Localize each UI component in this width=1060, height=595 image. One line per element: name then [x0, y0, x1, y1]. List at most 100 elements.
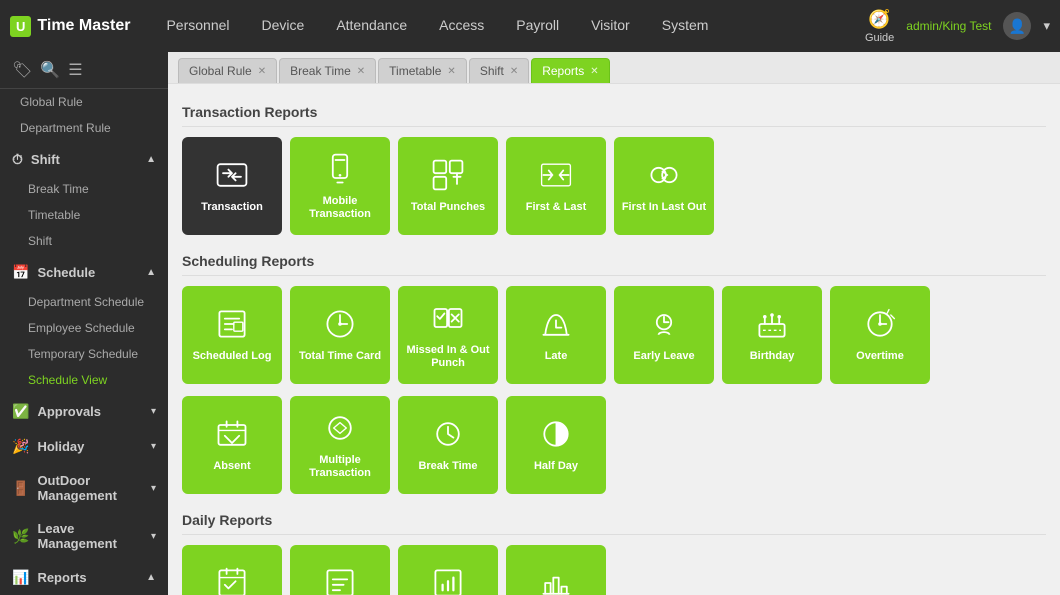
sidebar-section-reports[interactable]: 📊 Reports ▲: [0, 559, 168, 594]
card-break-time[interactable]: Break Time: [398, 396, 498, 494]
card-daily-attendance[interactable]: Daily Attendance: [182, 545, 282, 595]
card-first-in-last-out[interactable]: First In Last Out: [614, 137, 714, 235]
card-daily-status[interactable]: Daily Status: [506, 545, 606, 595]
card-late[interactable]: Late: [506, 286, 606, 384]
early-leave-label: Early Leave: [629, 350, 698, 363]
tab-reports[interactable]: Reports ✕: [531, 58, 609, 83]
holiday-label: 🎉 Holiday: [12, 438, 84, 455]
card-daily-summary[interactable]: Daily Summary: [398, 545, 498, 595]
sidebar-section-holiday[interactable]: 🎉 Holiday ▾: [0, 428, 168, 463]
break-time-icon: [430, 416, 466, 452]
overtime-label: Overtime: [852, 350, 908, 363]
mobile-transaction-icon: [322, 151, 358, 187]
reports-label: 📊 Reports: [12, 569, 87, 586]
multiple-transaction-icon: [322, 410, 358, 446]
sidebar-department-rule[interactable]: Department Rule: [0, 115, 168, 141]
scheduled-log-icon: [214, 306, 250, 342]
content-area: Global Rule ✕ Break Time ✕ Timetable ✕ S…: [168, 52, 1060, 595]
tab-break-time[interactable]: Break Time ✕: [279, 58, 376, 83]
card-overtime[interactable]: Overtime: [830, 286, 930, 384]
card-scheduled-log[interactable]: Scheduled Log: [182, 286, 282, 384]
outdoor-label: 🚪 OutDoor Management: [12, 473, 151, 503]
tab-timetable[interactable]: Timetable ✕: [378, 58, 467, 83]
nav-access[interactable]: Access: [423, 0, 500, 52]
birthday-icon: [754, 306, 790, 342]
card-early-leave[interactable]: Early Leave: [614, 286, 714, 384]
card-half-day[interactable]: Half Day: [506, 396, 606, 494]
brand[interactable]: U Time Master: [10, 16, 130, 37]
sidebar-section-shift[interactable]: ⏱ Shift ▲: [0, 141, 168, 176]
guide-button[interactable]: 🧭 Guide: [865, 9, 894, 44]
card-transaction[interactable]: Transaction: [182, 137, 282, 235]
nav-payroll[interactable]: Payroll: [500, 0, 575, 52]
sidebar-shift[interactable]: Shift: [0, 228, 168, 254]
sidebar-section-schedule[interactable]: 📅 Schedule ▲: [0, 254, 168, 289]
brand-text: Time Master: [37, 17, 130, 35]
card-missed-punch[interactable]: Missed In & Out Punch: [398, 286, 498, 384]
guide-label: Guide: [865, 32, 894, 44]
nav-personnel[interactable]: Personnel: [150, 0, 245, 52]
search-icon[interactable]: 🔍: [40, 60, 60, 80]
sidebar: 🏷 🔍 ☰ Global Rule Department Rule ⏱ Shif…: [0, 52, 168, 595]
daily-title: Daily Reports: [182, 506, 1046, 535]
user-name: admin/King Test: [906, 19, 991, 33]
nav-visitor[interactable]: Visitor: [575, 0, 646, 52]
late-label: Late: [541, 350, 572, 363]
sidebar-schedule-view[interactable]: Schedule View: [0, 367, 168, 393]
sidebar-dept-schedule[interactable]: Department Schedule: [0, 289, 168, 315]
tab-timetable-close[interactable]: ✕: [447, 66, 455, 77]
nav-attendance[interactable]: Attendance: [320, 0, 423, 52]
reports-chevron: ▲: [146, 572, 156, 583]
leave-icon: 🌿: [12, 528, 29, 545]
transaction-icon: [214, 157, 250, 193]
approvals-icon: ✅: [12, 403, 29, 420]
sidebar-break-time[interactable]: Break Time: [0, 176, 168, 202]
scheduling-cards-row: Scheduled Log Total Time Card: [182, 286, 1046, 384]
missed-punch-label: Missed In & Out Punch: [398, 344, 498, 370]
list-icon[interactable]: ☰: [68, 60, 82, 80]
sidebar-global-rule[interactable]: Global Rule: [0, 89, 168, 115]
total-punches-icon: [430, 157, 466, 193]
daily-status-icon: [538, 565, 574, 595]
tab-break-time-label: Break Time: [290, 64, 351, 78]
absent-label: Absent: [209, 460, 254, 473]
nav-system[interactable]: System: [646, 0, 725, 52]
dropdown-icon[interactable]: ▾: [1043, 18, 1050, 34]
sidebar-section-outdoor[interactable]: 🚪 OutDoor Management ▾: [0, 463, 168, 511]
mobile-transaction-label: Mobile Transaction: [290, 195, 390, 221]
scheduling-title: Scheduling Reports: [182, 247, 1046, 276]
tab-reports-close[interactable]: ✕: [590, 66, 598, 77]
guide-icon: 🧭: [868, 9, 890, 30]
approvals-label: ✅ Approvals: [12, 403, 101, 420]
card-multiple-transaction[interactable]: Multiple Transaction: [290, 396, 390, 494]
tab-global-rule-close[interactable]: ✕: [258, 66, 266, 77]
card-daily-details[interactable]: Daily Details: [290, 545, 390, 595]
card-total-punches[interactable]: Total Punches: [398, 137, 498, 235]
sidebar-emp-schedule[interactable]: Employee Schedule: [0, 315, 168, 341]
multiple-transaction-label: Multiple Transaction: [290, 454, 390, 480]
card-total-time-card[interactable]: Total Time Card: [290, 286, 390, 384]
tab-global-rule[interactable]: Global Rule ✕: [178, 58, 277, 83]
sidebar-section-approvals[interactable]: ✅ Approvals ▾: [0, 393, 168, 428]
half-day-icon: [538, 416, 574, 452]
tab-shift[interactable]: Shift ✕: [469, 58, 529, 83]
shift-icon: ⏱: [12, 151, 23, 168]
tag-icon[interactable]: 🏷: [12, 60, 32, 80]
nav-device[interactable]: Device: [246, 0, 321, 52]
tab-break-time-close[interactable]: ✕: [357, 66, 365, 77]
brand-icon: U: [10, 16, 31, 37]
avatar-icon: 👤: [1009, 18, 1026, 35]
reports-icon: 📊: [12, 569, 29, 586]
shift-label: ⏱ Shift: [12, 151, 60, 168]
sidebar-timetable[interactable]: Timetable: [0, 202, 168, 228]
tab-shift-close[interactable]: ✕: [510, 66, 518, 77]
card-first-last[interactable]: First & Last: [506, 137, 606, 235]
daily-details-icon: [322, 565, 358, 595]
sidebar-section-leave[interactable]: 🌿 Leave Management ▾: [0, 511, 168, 559]
card-absent[interactable]: Absent: [182, 396, 282, 494]
sidebar-temp-schedule[interactable]: Temporary Schedule: [0, 341, 168, 367]
card-mobile-transaction[interactable]: Mobile Transaction: [290, 137, 390, 235]
user-avatar-button[interactable]: 👤: [1003, 12, 1031, 40]
missed-punch-icon: [430, 300, 466, 336]
card-birthday[interactable]: Birthday: [722, 286, 822, 384]
